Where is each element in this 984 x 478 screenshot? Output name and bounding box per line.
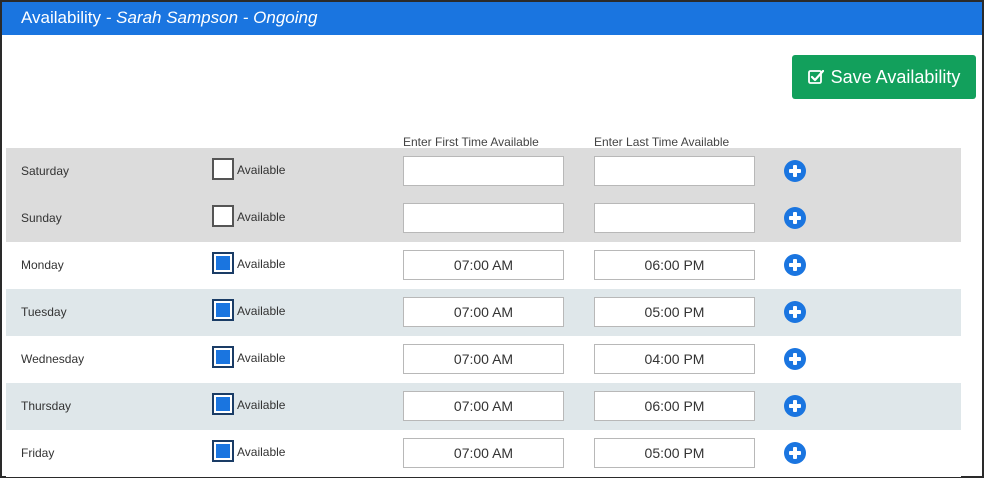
available-label: Available: [237, 210, 286, 224]
available-label: Available: [237, 351, 286, 365]
available-checkbox[interactable]: [212, 346, 234, 368]
title-prefix: Availability: [21, 8, 102, 27]
day-row-wednesday: Wednesday Available: [6, 336, 961, 383]
person-name: Sarah Sampson: [116, 8, 239, 27]
last-time-input[interactable]: [594, 203, 755, 233]
plus-circle-icon[interactable]: [784, 254, 806, 276]
day-row-thursday: Thursday Available: [6, 383, 961, 430]
plus-circle-icon[interactable]: [784, 160, 806, 182]
available-label: Available: [237, 257, 286, 271]
last-time-input[interactable]: [594, 438, 755, 468]
title-separator: -: [101, 8, 117, 27]
available-label: Available: [237, 304, 286, 318]
title-separator: -: [238, 8, 254, 27]
plus-circle-icon[interactable]: [784, 348, 806, 370]
plus-circle-icon[interactable]: [784, 442, 806, 464]
plus-circle-icon[interactable]: [784, 395, 806, 417]
plus-circle-icon[interactable]: [784, 207, 806, 229]
day-label: Wednesday: [21, 352, 85, 366]
day-row-sunday: Sunday Available: [6, 195, 961, 242]
available-checkbox[interactable]: [212, 205, 234, 227]
availability-status: Ongoing: [253, 8, 318, 27]
last-time-input[interactable]: [594, 297, 755, 327]
plus-circle-icon[interactable]: [784, 301, 806, 323]
available-checkbox[interactable]: [212, 158, 234, 180]
day-label: Thursday: [21, 399, 72, 413]
save-availability-button[interactable]: Save Availability: [792, 55, 976, 99]
last-time-input[interactable]: [594, 391, 755, 421]
day-row-tuesday: Tuesday Available: [6, 289, 961, 336]
available-checkbox[interactable]: [212, 440, 234, 462]
first-time-input[interactable]: [403, 438, 564, 468]
day-row-monday: Monday Available: [6, 242, 961, 289]
first-time-input[interactable]: [403, 344, 564, 374]
first-time-input[interactable]: [403, 250, 564, 280]
last-time-input[interactable]: [594, 250, 755, 280]
title-bar: Availability - Sarah Sampson - Ongoing: [2, 2, 982, 35]
available-checkbox[interactable]: [212, 393, 234, 415]
last-time-input[interactable]: [594, 156, 755, 186]
day-label: Sunday: [21, 211, 62, 225]
available-checkbox[interactable]: [212, 252, 234, 274]
save-button-label: Save Availability: [830, 66, 961, 87]
day-label: Tuesday: [21, 305, 67, 319]
day-label: Saturday: [21, 164, 70, 178]
first-time-input[interactable]: [403, 297, 564, 327]
day-row-saturday: Saturday Available: [6, 148, 961, 195]
available-label: Available: [237, 445, 286, 459]
last-time-input[interactable]: [594, 344, 755, 374]
first-time-input[interactable]: [403, 156, 564, 186]
first-time-column-header: Enter First Time Available: [403, 135, 539, 149]
available-checkbox[interactable]: [212, 299, 234, 321]
available-label: Available: [237, 163, 286, 177]
day-label: Monday: [21, 258, 64, 272]
check-square-icon: [807, 69, 824, 84]
availability-panel: Availability - Sarah Sampson - Ongoing S…: [0, 0, 984, 478]
last-time-column-header: Enter Last Time Available: [594, 135, 730, 149]
day-row-friday: Friday Available: [6, 430, 961, 477]
available-label: Available: [237, 398, 286, 412]
day-label: Friday: [21, 446, 55, 460]
first-time-input[interactable]: [403, 203, 564, 233]
first-time-input[interactable]: [403, 391, 564, 421]
